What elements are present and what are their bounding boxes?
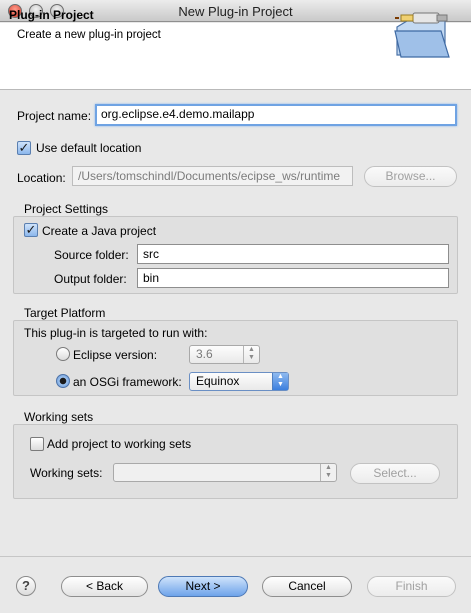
target-platform-title: Target Platform: [24, 306, 106, 320]
osgi-framework-value: Equinox: [196, 374, 240, 388]
use-default-location-label: Use default location: [36, 141, 142, 155]
working-sets-group: [13, 424, 458, 499]
select-working-sets-button[interactable]: Select...: [350, 463, 440, 484]
next-button[interactable]: Next >: [158, 576, 248, 597]
location-label: Location:: [17, 171, 66, 185]
eclipse-version-select[interactable]: 3.6 ▲ ▼: [189, 345, 260, 364]
plugin-folder-icon: [394, 12, 450, 58]
osgi-framework-label: an OSGi framework:: [73, 375, 182, 389]
eclipse-version-radio[interactable]: [56, 347, 70, 361]
banner-title: Plug-in Project: [9, 8, 94, 22]
updown-arrows-icon: ▲ ▼: [320, 464, 336, 481]
footer-divider: [0, 556, 471, 557]
finish-button[interactable]: Finish: [367, 576, 456, 597]
eclipse-version-label: Eclipse version:: [73, 348, 158, 362]
cancel-button[interactable]: Cancel: [262, 576, 352, 597]
back-button[interactable]: < Back: [61, 576, 148, 597]
create-java-project-checkbox[interactable]: ✓: [24, 223, 38, 237]
updown-arrows-icon: ▲ ▼: [272, 373, 288, 390]
use-default-location-checkbox[interactable]: ✓: [17, 141, 31, 155]
project-name-label: Project name:: [17, 109, 92, 123]
target-platform-intro: This plug-in is targeted to run with:: [24, 326, 208, 340]
working-sets-title: Working sets: [24, 410, 94, 424]
banner-description: Create a new plug-in project: [17, 29, 161, 41]
updown-arrows-icon: ▲ ▼: [243, 346, 259, 363]
eclipse-version-value: 3.6: [196, 347, 213, 361]
output-folder-input[interactable]: bin: [137, 268, 449, 288]
working-sets-label: Working sets:: [30, 466, 103, 480]
browse-button[interactable]: Browse...: [364, 166, 457, 187]
help-button[interactable]: ?: [16, 576, 36, 596]
add-to-working-sets-checkbox[interactable]: [30, 437, 44, 451]
osgi-framework-radio[interactable]: [56, 374, 70, 388]
output-folder-label: Output folder:: [54, 272, 127, 286]
source-folder-label: Source folder:: [54, 248, 129, 262]
add-to-working-sets-label: Add project to working sets: [47, 437, 192, 451]
location-input[interactable]: /Users/tomschindl/Documents/ecipse_ws/ru…: [72, 166, 353, 186]
project-settings-title: Project Settings: [24, 202, 109, 216]
osgi-framework-select[interactable]: Equinox ▲ ▼: [189, 372, 289, 391]
project-name-input[interactable]: org.eclipse.e4.demo.mailapp: [95, 104, 457, 126]
source-folder-input[interactable]: src: [137, 244, 449, 264]
working-sets-select[interactable]: ▲ ▼: [113, 463, 337, 482]
create-java-project-label: Create a Java project: [42, 224, 157, 238]
